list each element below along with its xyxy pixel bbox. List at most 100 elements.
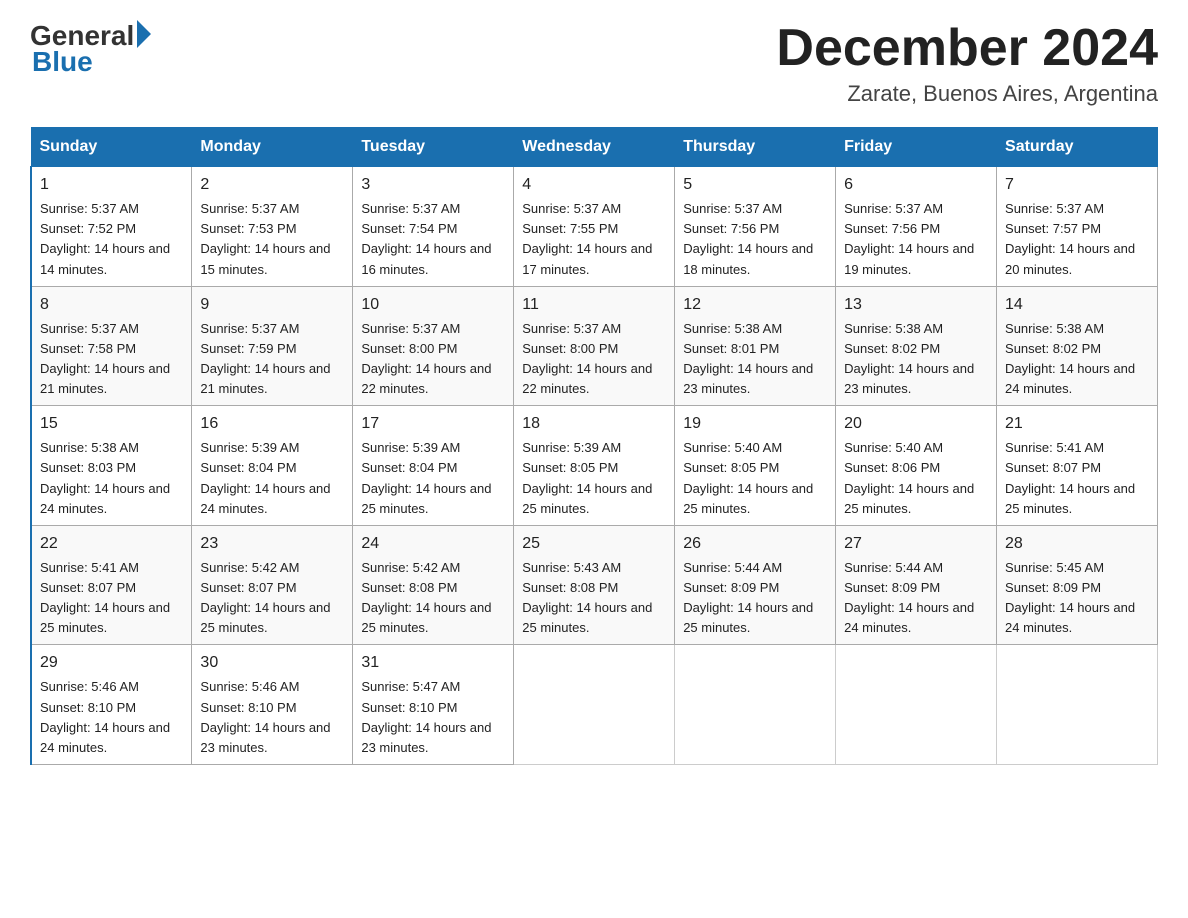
day-number: 1 <box>40 173 183 197</box>
logo: General Blue <box>30 20 151 78</box>
sunrise-label: Sunrise: 5:44 AM <box>844 560 943 575</box>
calendar-week-row: 8 Sunrise: 5:37 AM Sunset: 7:58 PM Dayli… <box>31 286 1158 406</box>
sunrise-label: Sunrise: 5:40 AM <box>683 440 782 455</box>
sunrise-label: Sunrise: 5:37 AM <box>844 201 943 216</box>
calendar-week-row: 1 Sunrise: 5:37 AM Sunset: 7:52 PM Dayli… <box>31 167 1158 287</box>
daylight-label: Daylight: 14 hours and 24 minutes. <box>844 600 974 635</box>
day-info: Sunrise: 5:42 AM Sunset: 8:07 PM Dayligh… <box>200 558 344 639</box>
daylight-label: Daylight: 14 hours and 22 minutes. <box>361 361 491 396</box>
sunset-label: Sunset: 7:52 PM <box>40 221 136 236</box>
sunset-label: Sunset: 7:56 PM <box>683 221 779 236</box>
daylight-label: Daylight: 14 hours and 23 minutes. <box>683 361 813 396</box>
day-number: 17 <box>361 412 505 436</box>
day-info: Sunrise: 5:42 AM Sunset: 8:08 PM Dayligh… <box>361 558 505 639</box>
day-number: 13 <box>844 293 988 317</box>
sunset-label: Sunset: 8:06 PM <box>844 460 940 475</box>
col-header-saturday: Saturday <box>997 128 1158 167</box>
daylight-label: Daylight: 14 hours and 15 minutes. <box>200 241 330 276</box>
calendar-cell: 16 Sunrise: 5:39 AM Sunset: 8:04 PM Dayl… <box>192 406 353 526</box>
day-number: 25 <box>522 532 666 556</box>
sunset-label: Sunset: 7:59 PM <box>200 341 296 356</box>
day-info: Sunrise: 5:38 AM Sunset: 8:01 PM Dayligh… <box>683 319 827 400</box>
logo-blue-text: Blue <box>32 46 93 78</box>
daylight-label: Daylight: 14 hours and 17 minutes. <box>522 241 652 276</box>
day-info: Sunrise: 5:37 AM Sunset: 7:54 PM Dayligh… <box>361 199 505 280</box>
calendar-table: SundayMondayTuesdayWednesdayThursdayFrid… <box>30 127 1158 765</box>
day-number: 11 <box>522 293 666 317</box>
day-info: Sunrise: 5:45 AM Sunset: 8:09 PM Dayligh… <box>1005 558 1149 639</box>
day-number: 21 <box>1005 412 1149 436</box>
sunset-label: Sunset: 8:00 PM <box>522 341 618 356</box>
calendar-cell: 26 Sunrise: 5:44 AM Sunset: 8:09 PM Dayl… <box>675 525 836 645</box>
day-number: 23 <box>200 532 344 556</box>
sunrise-label: Sunrise: 5:38 AM <box>1005 321 1104 336</box>
day-number: 18 <box>522 412 666 436</box>
sunrise-label: Sunrise: 5:46 AM <box>200 679 299 694</box>
page-header: General Blue December 2024 Zarate, Bueno… <box>30 20 1158 107</box>
day-number: 15 <box>40 412 183 436</box>
daylight-label: Daylight: 14 hours and 25 minutes. <box>683 600 813 635</box>
calendar-week-row: 15 Sunrise: 5:38 AM Sunset: 8:03 PM Dayl… <box>31 406 1158 526</box>
day-number: 4 <box>522 173 666 197</box>
sunset-label: Sunset: 7:57 PM <box>1005 221 1101 236</box>
day-info: Sunrise: 5:39 AM Sunset: 8:05 PM Dayligh… <box>522 438 666 519</box>
daylight-label: Daylight: 14 hours and 19 minutes. <box>844 241 974 276</box>
daylight-label: Daylight: 14 hours and 24 minutes. <box>200 481 330 516</box>
day-info: Sunrise: 5:39 AM Sunset: 8:04 PM Dayligh… <box>200 438 344 519</box>
sunrise-label: Sunrise: 5:37 AM <box>361 321 460 336</box>
col-header-tuesday: Tuesday <box>353 128 514 167</box>
calendar-cell: 19 Sunrise: 5:40 AM Sunset: 8:05 PM Dayl… <box>675 406 836 526</box>
sunset-label: Sunset: 8:04 PM <box>200 460 296 475</box>
daylight-label: Daylight: 14 hours and 18 minutes. <box>683 241 813 276</box>
day-info: Sunrise: 5:44 AM Sunset: 8:09 PM Dayligh… <box>683 558 827 639</box>
daylight-label: Daylight: 14 hours and 20 minutes. <box>1005 241 1135 276</box>
day-info: Sunrise: 5:38 AM Sunset: 8:02 PM Dayligh… <box>844 319 988 400</box>
sunrise-label: Sunrise: 5:41 AM <box>1005 440 1104 455</box>
sunset-label: Sunset: 8:10 PM <box>200 700 296 715</box>
calendar-cell: 22 Sunrise: 5:41 AM Sunset: 8:07 PM Dayl… <box>31 525 192 645</box>
sunrise-label: Sunrise: 5:39 AM <box>200 440 299 455</box>
calendar-cell: 31 Sunrise: 5:47 AM Sunset: 8:10 PM Dayl… <box>353 645 514 765</box>
day-number: 26 <box>683 532 827 556</box>
day-info: Sunrise: 5:37 AM Sunset: 7:52 PM Dayligh… <box>40 199 183 280</box>
col-header-friday: Friday <box>836 128 997 167</box>
day-number: 24 <box>361 532 505 556</box>
sunrise-label: Sunrise: 5:37 AM <box>361 201 460 216</box>
day-number: 12 <box>683 293 827 317</box>
calendar-header-row: SundayMondayTuesdayWednesdayThursdayFrid… <box>31 128 1158 167</box>
calendar-cell: 8 Sunrise: 5:37 AM Sunset: 7:58 PM Dayli… <box>31 286 192 406</box>
calendar-cell: 1 Sunrise: 5:37 AM Sunset: 7:52 PM Dayli… <box>31 167 192 287</box>
calendar-cell: 25 Sunrise: 5:43 AM Sunset: 8:08 PM Dayl… <box>514 525 675 645</box>
sunrise-label: Sunrise: 5:39 AM <box>361 440 460 455</box>
sunset-label: Sunset: 8:00 PM <box>361 341 457 356</box>
daylight-label: Daylight: 14 hours and 21 minutes. <box>40 361 170 396</box>
daylight-label: Daylight: 14 hours and 22 minutes. <box>522 361 652 396</box>
sunset-label: Sunset: 7:56 PM <box>844 221 940 236</box>
daylight-label: Daylight: 14 hours and 25 minutes. <box>844 481 974 516</box>
day-number: 28 <box>1005 532 1149 556</box>
day-number: 6 <box>844 173 988 197</box>
sunrise-label: Sunrise: 5:37 AM <box>522 201 621 216</box>
daylight-label: Daylight: 14 hours and 21 minutes. <box>200 361 330 396</box>
day-info: Sunrise: 5:41 AM Sunset: 8:07 PM Dayligh… <box>1005 438 1149 519</box>
daylight-label: Daylight: 14 hours and 25 minutes. <box>683 481 813 516</box>
sunrise-label: Sunrise: 5:37 AM <box>522 321 621 336</box>
col-header-sunday: Sunday <box>31 128 192 167</box>
calendar-cell: 18 Sunrise: 5:39 AM Sunset: 8:05 PM Dayl… <box>514 406 675 526</box>
day-number: 3 <box>361 173 505 197</box>
day-info: Sunrise: 5:40 AM Sunset: 8:05 PM Dayligh… <box>683 438 827 519</box>
sunset-label: Sunset: 7:55 PM <box>522 221 618 236</box>
daylight-label: Daylight: 14 hours and 23 minutes. <box>200 720 330 755</box>
sunset-label: Sunset: 8:08 PM <box>361 580 457 595</box>
sunrise-label: Sunrise: 5:43 AM <box>522 560 621 575</box>
sunrise-label: Sunrise: 5:42 AM <box>361 560 460 575</box>
calendar-cell: 15 Sunrise: 5:38 AM Sunset: 8:03 PM Dayl… <box>31 406 192 526</box>
sunset-label: Sunset: 8:10 PM <box>40 700 136 715</box>
calendar-cell: 17 Sunrise: 5:39 AM Sunset: 8:04 PM Dayl… <box>353 406 514 526</box>
sunset-label: Sunset: 8:01 PM <box>683 341 779 356</box>
sunset-label: Sunset: 8:10 PM <box>361 700 457 715</box>
daylight-label: Daylight: 14 hours and 25 minutes. <box>522 600 652 635</box>
sunrise-label: Sunrise: 5:37 AM <box>40 201 139 216</box>
calendar-week-row: 22 Sunrise: 5:41 AM Sunset: 8:07 PM Dayl… <box>31 525 1158 645</box>
day-number: 29 <box>40 651 183 675</box>
